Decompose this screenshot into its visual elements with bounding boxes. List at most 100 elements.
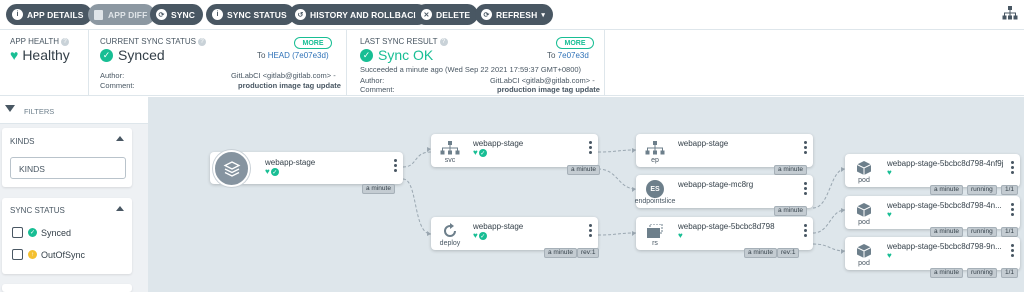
sync-icon: ⟳ (156, 9, 167, 20)
revision-tag: rev:1 (577, 248, 600, 258)
refresh-icon: ⟳ (481, 9, 492, 20)
author-value: GitLabCI <gitlab@gitlab.com> - (490, 76, 595, 85)
filter-panel (2, 284, 132, 292)
help-icon[interactable]: ? (61, 37, 70, 46)
pod-status-tag: running (967, 268, 997, 278)
current-sync-label: CURRENT SYNC STATUS? (100, 37, 207, 46)
arrow-up-circle-icon: ↑ (28, 250, 37, 259)
more-options-icon[interactable] (1011, 244, 1014, 259)
current-sync-more-button[interactable]: MORE (294, 37, 332, 49)
current-sync-target: To HEAD (7e07e3d) (257, 51, 329, 60)
kinds-filter-title: KINDS (10, 137, 35, 146)
collapse-icon[interactable] (116, 206, 124, 211)
cube-icon (851, 200, 877, 220)
heart-icon: ♥ (678, 231, 683, 240)
deployment-node[interactable]: deploy webapp-stage ♥ ✓ a minute rev:1 (431, 217, 600, 258)
kinds-input[interactable]: KINDS (10, 157, 126, 179)
more-options-icon[interactable] (1011, 161, 1014, 176)
app-details-button[interactable]: i APP DETAILS (6, 4, 92, 25)
current-sync-section: CURRENT SYNC STATUS? MORE ✓ Synced To HE… (100, 30, 341, 96)
help-icon[interactable]: ? (198, 37, 207, 46)
age-tag: a minute (774, 206, 807, 216)
delete-button[interactable]: ✕ DELETE (415, 4, 479, 25)
resource-kind: deploy (439, 240, 461, 247)
replicaset-node[interactable]: rs webapp-stage-5bcbc8d798 ♥ a minute re… (636, 217, 813, 258)
more-options-icon[interactable] (589, 141, 592, 156)
history-and-rollback-button[interactable]: ↺ HISTORY AND ROLLBACK (289, 4, 428, 25)
age-tag: a minute (362, 184, 395, 194)
divider (604, 30, 605, 96)
last-sync-section: LAST SYNC RESULT? MORE ✓ Sync OK To 7e07… (360, 30, 600, 96)
file-icon (94, 9, 103, 20)
last-sync-more-button[interactable]: MORE (556, 37, 594, 49)
synced-filter-option[interactable]: ✓ Synced (12, 227, 71, 238)
close-icon: ✕ (421, 9, 432, 20)
resource-status: ♥ (887, 211, 892, 219)
resource-status: ♥ (887, 169, 892, 177)
connector (402, 178, 432, 235)
age-tag: a minute (744, 248, 777, 258)
pod-node[interactable]: pod webapp-stage-5bcbc8d798-9n... ♥ a mi… (845, 237, 1020, 278)
more-options-icon[interactable] (804, 182, 807, 197)
pod-status-tag: running (967, 185, 997, 195)
comment-label: Comment: (100, 81, 135, 90)
tree-view-icon[interactable] (1002, 6, 1018, 25)
pod-status-tag: running (967, 227, 997, 237)
app-name: webapp-stage (265, 158, 316, 167)
sync-status-button[interactable]: i SYNC STATUS (206, 4, 295, 25)
last-sync-label: LAST SYNC RESULT? (360, 37, 448, 46)
heart-icon: ♥ (473, 148, 478, 157)
collapse-icon[interactable] (116, 136, 124, 141)
app-status: ♥ ✓ (265, 168, 279, 176)
cube-icon (851, 241, 877, 261)
filters-header[interactable]: FILTERS (0, 97, 148, 124)
resource-kind: rs (652, 240, 658, 247)
pod-node[interactable]: pod webapp-stage-5bcbc8d798-4n... ♥ a mi… (845, 196, 1020, 237)
more-options-icon[interactable] (589, 224, 592, 239)
endpoints-node[interactable]: ep webapp-stage a minute (636, 134, 813, 175)
resource-name: webapp-stage-mc8rg (678, 180, 754, 189)
resource-name: webapp-stage-5bcbc8d798-4n... (887, 201, 1002, 210)
more-options-icon[interactable] (804, 141, 807, 156)
connector (402, 151, 432, 168)
comment-value: production image tag update (238, 81, 341, 90)
heart-icon: ♥ (887, 168, 892, 177)
revision-link[interactable]: 7e07e3d (558, 51, 589, 60)
network-icon (642, 138, 668, 158)
history-icon: ↺ (295, 9, 306, 20)
app-diff-button[interactable]: APP DIFF (88, 4, 156, 25)
resource-status: ♥ (678, 232, 683, 240)
connector (597, 168, 637, 190)
endpointslice-node[interactable]: ES endpointslice webapp-stage-mc8rg a mi… (635, 175, 813, 216)
resource-status: ♥ (887, 252, 892, 260)
sync-button[interactable]: ⟳ SYNC (150, 4, 204, 25)
more-options-icon[interactable] (804, 224, 807, 239)
author-value: GitLabCI <gitlab@gitlab.com> - (231, 71, 336, 80)
last-sync-target: To 7e07e3d (547, 51, 589, 60)
revision-link[interactable]: HEAD (7e07e3d) (268, 51, 329, 60)
check-circle-icon: ✓ (478, 232, 487, 240)
endpointslice-icon: ES (642, 179, 668, 199)
toolbar: i APP DETAILS APP DIFF ⟳ SYNC i SYNC STATUS… (0, 0, 1024, 30)
refresh-button[interactable]: ⟳ REFRESH ▾ (475, 4, 553, 25)
age-tag: a minute (930, 185, 963, 195)
info-icon: i (12, 9, 23, 20)
sync-status-filter-panel: SYNC STATUS ✓ Synced ↑ OutOfSync (2, 198, 132, 274)
last-sync-value: ✓ Sync OK (360, 47, 433, 63)
service-node[interactable]: svc webapp-stage ♥ ✓ a minute (431, 134, 600, 175)
info-icon: i (212, 9, 223, 20)
resource-kind: pod (858, 219, 870, 226)
checkbox[interactable] (12, 227, 23, 238)
resource-kind: ep (651, 157, 659, 164)
resource-name: webapp-stage (473, 139, 524, 148)
network-icon (437, 138, 463, 158)
outofsync-filter-option[interactable]: ↑ OutOfSync (12, 249, 85, 260)
checkbox[interactable] (12, 249, 23, 260)
help-icon[interactable]: ? (439, 37, 448, 46)
pod-node[interactable]: pod webapp-stage-5bcbc8d798-4nf9j ♥ a mi… (845, 154, 1020, 195)
author-label: Author: (100, 71, 125, 80)
more-options-icon[interactable] (1011, 203, 1014, 218)
more-options-icon[interactable] (394, 159, 397, 174)
connector (597, 149, 637, 153)
current-sync-value: ✓ Synced (100, 47, 165, 63)
